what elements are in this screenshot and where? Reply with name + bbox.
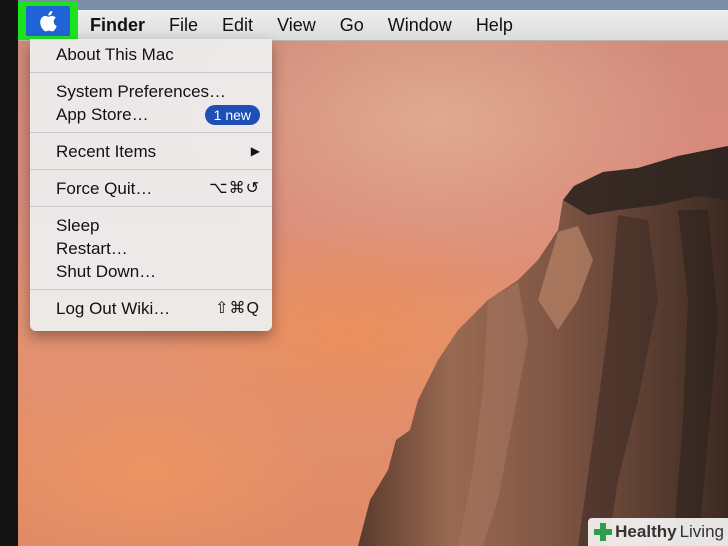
screen-bezel — [0, 0, 18, 546]
watermark: Healthy Living — [588, 518, 728, 546]
menu-item-label: Recent Items — [56, 142, 157, 161]
menu-item-label: System Preferences… — [56, 82, 227, 101]
menu-item-label: Log Out Wiki… — [56, 299, 171, 318]
menu-window[interactable]: Window — [376, 10, 464, 40]
apple-logo-icon — [40, 11, 57, 32]
menu-separator — [30, 132, 272, 133]
menu-item-force-quit[interactable]: Force Quit… ⌥⌘↺ — [30, 177, 272, 200]
menu-separator — [30, 206, 272, 207]
menu-item-label: Restart… — [56, 239, 128, 258]
watermark-brand-rest: Living — [679, 522, 724, 541]
menu-item-label: Sleep — [56, 216, 100, 235]
menu-help[interactable]: Help — [464, 10, 525, 40]
menu-item-app-store[interactable]: App Store… 1 new — [30, 103, 272, 126]
window-top-strip — [18, 0, 728, 10]
menu-item-label: App Store… — [56, 105, 149, 124]
menu-item-system-preferences[interactable]: System Preferences… — [30, 80, 272, 103]
keyboard-shortcut: ⇧⌘Q — [215, 300, 260, 317]
apple-menu-button[interactable] — [26, 6, 70, 36]
apple-menu-highlight[interactable] — [18, 2, 78, 40]
menu-item-label: About This Mac — [56, 45, 174, 64]
menu-finder[interactable]: Finder — [78, 10, 157, 40]
menu-separator — [30, 289, 272, 290]
submenu-arrow-icon: ▶ — [250, 144, 260, 158]
menu-go[interactable]: Go — [328, 10, 376, 40]
menu-item-label: Force Quit… — [56, 179, 153, 198]
apple-menu-dropdown: About This Mac System Preferences… App S… — [30, 39, 272, 331]
menu-edit[interactable]: Edit — [210, 10, 265, 40]
menu-item-about-this-mac[interactable]: About This Mac — [30, 43, 272, 66]
menu-bar: Finder File Edit View Go Window Help — [18, 0, 728, 41]
menu-item-restart[interactable]: Restart… — [30, 237, 272, 260]
menu-item-sleep[interactable]: Sleep — [30, 214, 272, 237]
keyboard-shortcut: ⌥⌘↺ — [209, 180, 260, 197]
plus-logo-icon — [594, 523, 613, 541]
menu-item-log-out[interactable]: Log Out Wiki… ⇧⌘Q — [30, 297, 272, 320]
menu-item-recent-items[interactable]: Recent Items ▶ — [30, 140, 272, 163]
menu-item-shut-down[interactable]: Shut Down… — [30, 260, 272, 283]
watermark-brand-bold: Healthy — [615, 522, 677, 541]
menu-separator — [30, 169, 272, 170]
menu-separator — [30, 72, 272, 73]
menu-item-label: Shut Down… — [56, 262, 157, 281]
update-count-badge: 1 new — [204, 104, 260, 125]
menu-view[interactable]: View — [265, 10, 328, 40]
menu-file[interactable]: File — [157, 10, 210, 40]
